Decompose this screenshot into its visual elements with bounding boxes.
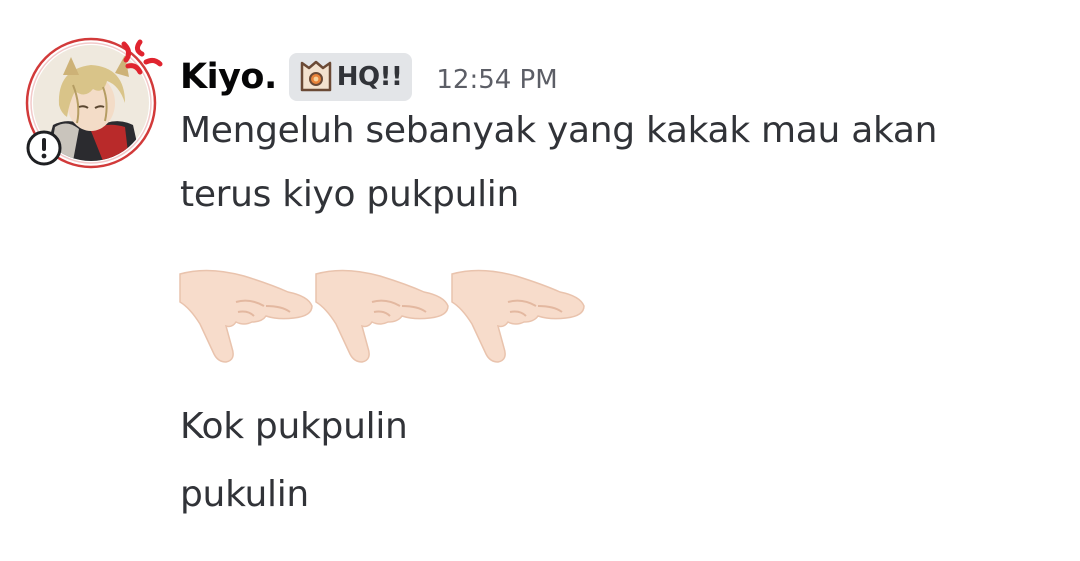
palm-down-hand-icon[interactable] [178,262,314,366]
server-tag[interactable]: HQ!! [288,53,413,101]
anger-symbol-icon [121,39,163,75]
message-text-line: pukulin [180,474,309,515]
message-text-line: Mengeluh sebanyak yang kakak mau akan [180,110,938,151]
username[interactable]: Kiyo. [180,57,277,97]
badge-icon [300,60,332,92]
chat-message: Kiyo. HQ!! 12:54 PM Mengeluh sebanyak ya… [0,0,1080,561]
exclamation-alert-icon [26,130,62,166]
message-text-line: terus kiyo pukpulin [180,174,520,215]
palm-down-hand-icon[interactable] [450,262,586,366]
avatar[interactable] [24,36,163,170]
emoji-row [178,262,586,366]
message-text-line: Kok pukpulin [180,406,408,447]
message-header: Kiyo. HQ!! 12:54 PM [180,50,558,104]
timestamp[interactable]: 12:54 PM [436,59,557,95]
palm-down-hand-icon[interactable] [314,262,450,366]
server-tag-label: HQ!! [336,62,403,92]
